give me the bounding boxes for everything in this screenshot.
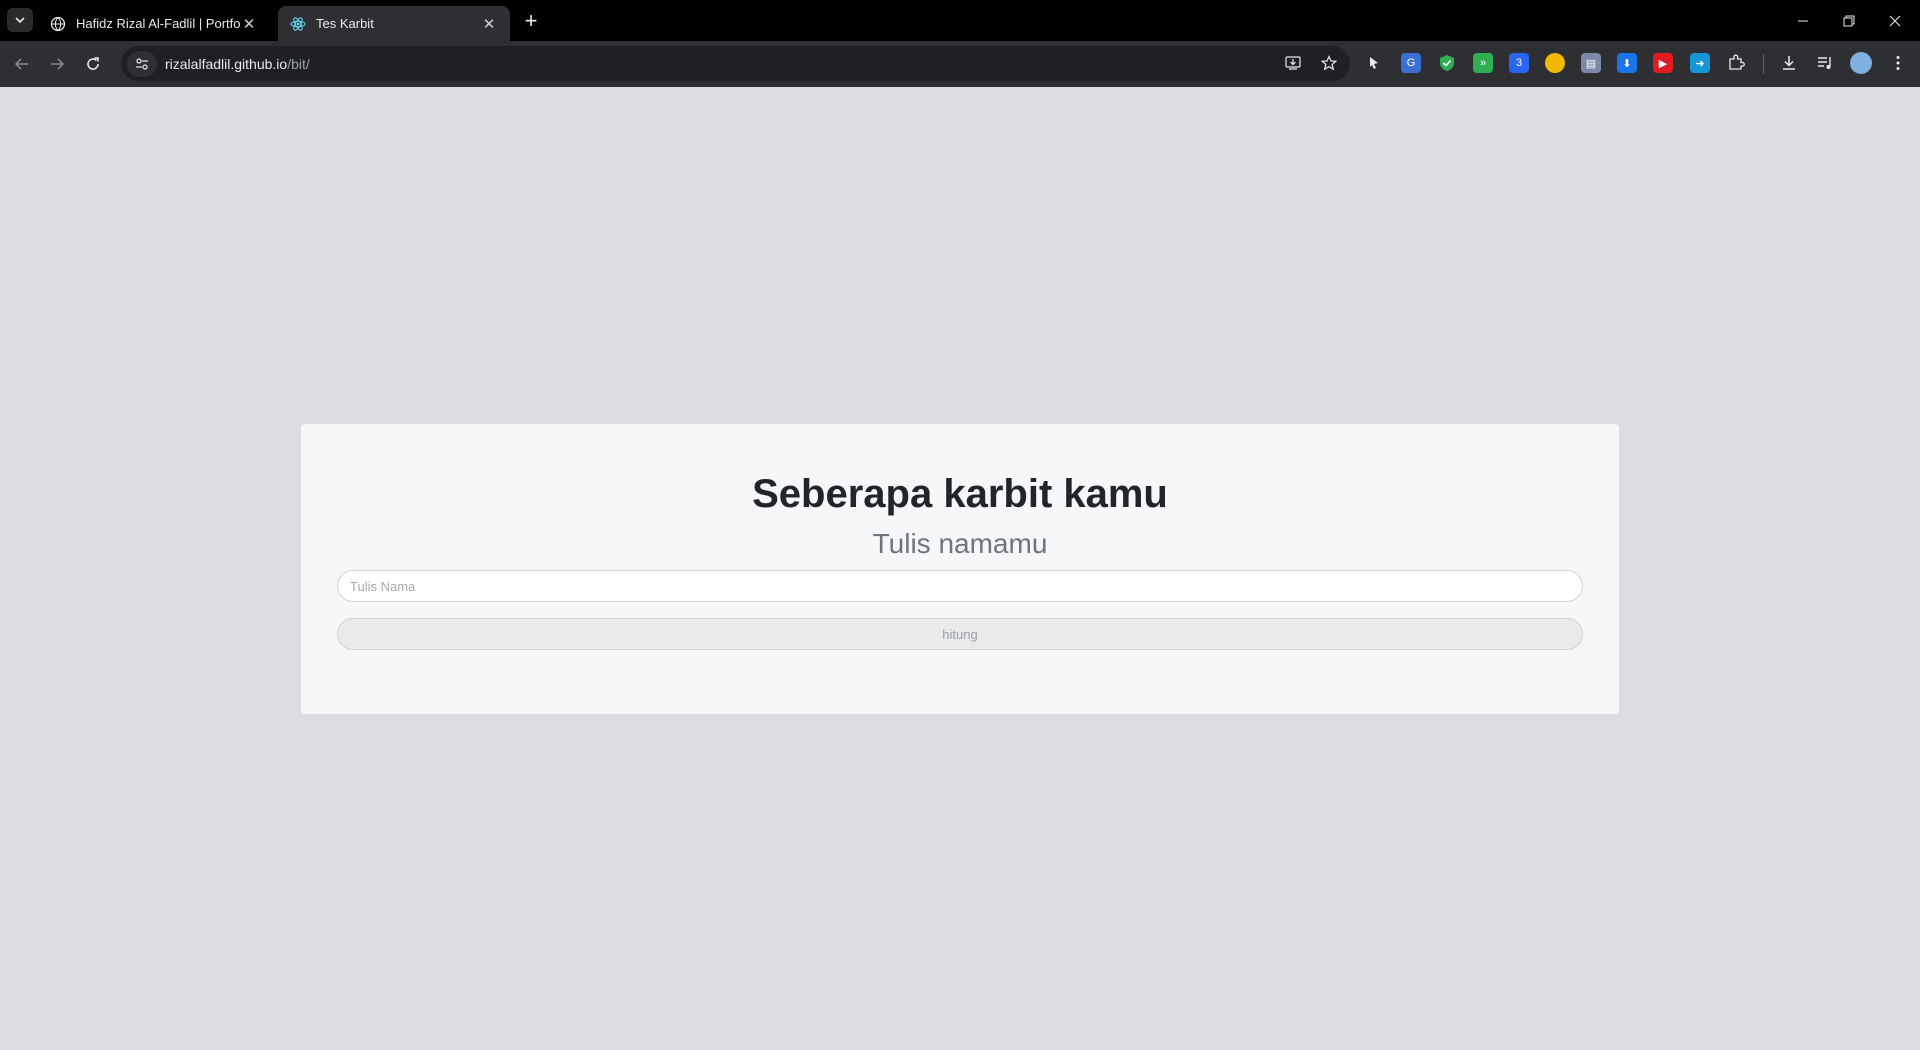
tab-search-button[interactable]	[7, 8, 33, 32]
url-path: /bit/	[287, 55, 310, 72]
chevrons-extension-icon[interactable]: »	[1473, 53, 1493, 73]
url-host: rizalalfadlil.github.io	[165, 55, 288, 72]
close-icon[interactable]: ✕	[240, 15, 258, 33]
download-extension-icon[interactable]: ⬇	[1617, 53, 1637, 73]
quiz-card: Seberapa karbit kamu Tulis namamu hitung	[301, 424, 1619, 714]
translate-extension-icon[interactable]: G	[1401, 53, 1421, 73]
globe-icon	[50, 16, 66, 31]
react-icon	[290, 16, 306, 31]
shield-extension-icon[interactable]	[1437, 53, 1457, 73]
browser-toolbar: rizalalfadlil.github.io/bit/ G » 3 ▤ ⬇ ▶…	[0, 41, 1920, 87]
name-input[interactable]	[337, 570, 1583, 602]
css-extension-icon[interactable]: 3	[1509, 53, 1529, 73]
downloads-icon[interactable]	[1779, 53, 1799, 73]
chevron-down-icon	[15, 17, 25, 24]
close-window-icon[interactable]	[1872, 0, 1918, 41]
cursor-extension-icon[interactable]	[1364, 53, 1384, 73]
coin-extension-icon[interactable]	[1545, 53, 1565, 73]
toolbar-separator	[1763, 54, 1764, 74]
restore-icon[interactable]	[1826, 0, 1872, 41]
printer-extension-icon[interactable]: ▤	[1581, 53, 1601, 73]
page-subtitle: Tulis namamu	[872, 528, 1048, 559]
close-icon[interactable]: ✕	[480, 15, 498, 33]
profile-avatar[interactable]	[1850, 52, 1872, 74]
bookmark-star-icon[interactable]	[1318, 52, 1340, 74]
calculate-button[interactable]: hitung	[337, 618, 1583, 650]
media-control-icon[interactable]	[1815, 53, 1835, 73]
forward-icon[interactable]	[42, 49, 72, 79]
site-info-icon[interactable]	[127, 50, 157, 77]
new-tab-button[interactable]: +	[518, 8, 544, 34]
tab-title: Hafidz Rizal Al-Fadlil | Portfolio	[76, 16, 240, 31]
tab-tes-karbit[interactable]: Tes Karbit ✕	[278, 6, 510, 41]
address-bar[interactable]: rizalalfadlil.github.io/bit/	[121, 46, 1350, 81]
tab-strip: Hafidz Rizal Al-Fadlil | Portfolio ✕ Tes…	[0, 0, 1920, 41]
tab-portfolio[interactable]: Hafidz Rizal Al-Fadlil | Portfolio ✕	[38, 6, 270, 41]
puzzle-icon[interactable]	[1726, 53, 1746, 73]
youtube-extension-icon[interactable]: ▶	[1653, 53, 1673, 73]
tab-title: Tes Karbit	[316, 16, 374, 31]
more-menu-icon[interactable]	[1888, 53, 1908, 73]
url-text: rizalalfadlil.github.io/bit/	[165, 56, 310, 72]
install-app-icon[interactable]	[1282, 52, 1304, 74]
back-icon[interactable]	[7, 49, 37, 79]
minimize-icon[interactable]	[1780, 0, 1826, 41]
page-title: Seberapa karbit kamu	[752, 472, 1168, 516]
share-extension-icon[interactable]: ➜	[1690, 53, 1710, 73]
reload-icon[interactable]	[78, 49, 108, 79]
